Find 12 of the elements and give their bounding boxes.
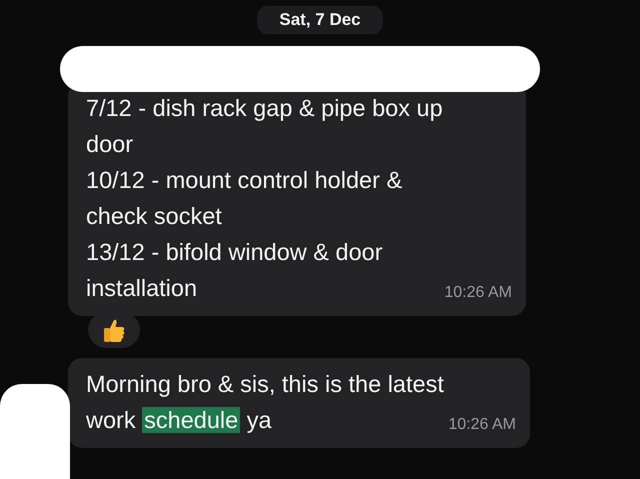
message-text: 10/12 - mount control holder & [86,166,404,195]
message-text: door [86,130,134,159]
message-time: 10:26 AM [444,284,512,302]
message-time: 10:26 AM [448,416,516,434]
date-chip: Sat, 7 Dec [257,6,383,34]
message-text: 7/12 - dish rack gap & pipe box up [86,94,444,123]
message-text: check socket [86,202,223,231]
message-text: 13/12 - bifold window & door [86,238,384,267]
message-text: work schedule ya [86,406,272,435]
thumbs-up-icon [101,317,127,343]
message-text: installation [86,274,198,303]
message-text: Morning bro & sis, this is the latest [86,370,445,399]
